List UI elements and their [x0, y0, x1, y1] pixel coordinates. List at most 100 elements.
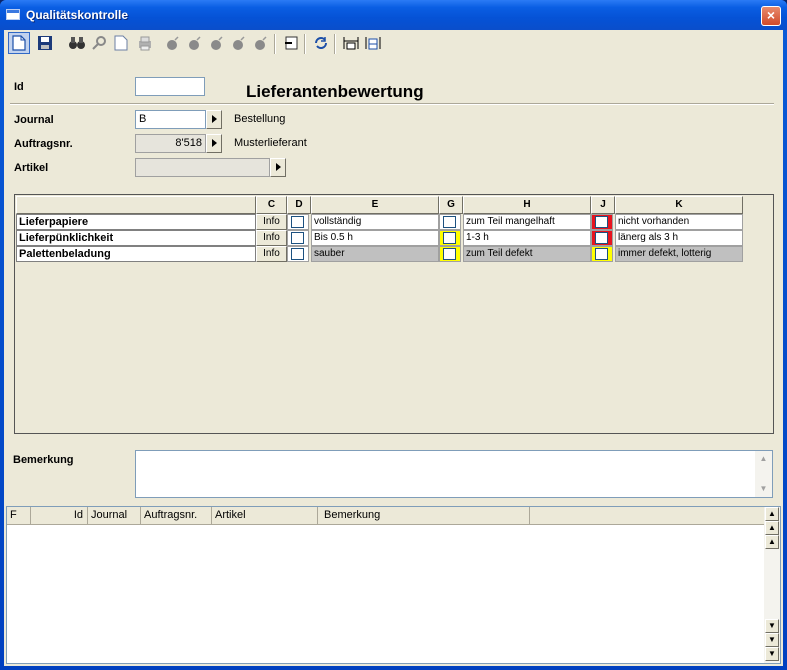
bomb-icon[interactable] [228, 32, 250, 54]
blank-doc-icon[interactable] [110, 32, 132, 54]
refresh-icon[interactable] [310, 32, 332, 54]
fit-width-icon[interactable] [340, 32, 362, 54]
artikel-lookup-button[interactable] [270, 158, 286, 177]
journal-field[interactable]: B [135, 110, 206, 129]
row-2-g-cell [439, 246, 461, 262]
journal-label: Journal [14, 114, 54, 126]
scroll-up-icon[interactable]: ▲ [756, 452, 771, 466]
artikel-label: Artikel [14, 162, 49, 174]
scroll-down-icon[interactable]: ▼ [765, 619, 779, 633]
info-button[interactable]: Info [256, 214, 287, 230]
grid-header-k[interactable]: K [615, 196, 743, 214]
row-label-lieferpapiere: Lieferpapiere [16, 214, 256, 230]
toolbar-separator [334, 34, 336, 54]
checkbox-j[interactable] [595, 232, 608, 244]
row-0-j-cell [591, 214, 613, 230]
client-area: Id Lieferantenbewertung Journal B Bestel… [4, 30, 783, 666]
list-col-f[interactable]: F [7, 507, 31, 525]
scroll-page-up-icon[interactable]: ▲ [765, 521, 779, 535]
new-doc-icon[interactable] [8, 32, 30, 54]
row-2-d-cell [287, 246, 309, 262]
row-2-k-cell[interactable]: immer defekt, lotterig [615, 246, 743, 262]
grid-header-c[interactable]: C [256, 196, 287, 214]
scroll-up-icon[interactable]: ▲ [765, 535, 779, 549]
bomb-icon[interactable] [250, 32, 272, 54]
checkbox-d[interactable] [291, 248, 304, 260]
bomb-icon[interactable] [162, 32, 184, 54]
checkbox-d[interactable] [291, 232, 304, 244]
info-button[interactable]: Info [256, 230, 287, 246]
checkbox-g[interactable] [443, 248, 456, 260]
journal-description: Bestellung [234, 113, 286, 125]
title-bar[interactable]: Qualitätskontrolle × [0, 0, 787, 30]
exit-icon[interactable] [280, 32, 302, 54]
window-icon [6, 9, 20, 20]
bomb-icon[interactable] [206, 32, 228, 54]
grid-header-g[interactable]: G [439, 196, 463, 214]
list-scrollbar[interactable]: ▲ ▲ ▲ ▼ ▼ ▼ [764, 507, 780, 663]
grid-header-j[interactable]: J [591, 196, 615, 214]
row-2-h-cell[interactable]: zum Teil defekt [463, 246, 591, 262]
checkbox-j[interactable] [595, 248, 608, 260]
find-icon[interactable] [66, 32, 88, 54]
id-field[interactable] [135, 77, 205, 96]
list-col-auftragsnr[interactable]: Auftragsnr. [141, 507, 212, 525]
list-col-journal[interactable]: Journal [88, 507, 141, 525]
auftrag-description: Musterlieferant [234, 137, 307, 149]
records-list: F Id Journal Auftragsnr. Artikel Bemerku… [6, 506, 781, 664]
row-2-j-cell [591, 246, 613, 262]
row-0-d-cell [287, 214, 309, 230]
toolbar-separator [274, 34, 276, 54]
toolbar-separator [304, 34, 306, 54]
list-col-bemerkung[interactable]: Bemerkung [318, 507, 530, 525]
row-1-j-cell [591, 230, 613, 246]
list-col-filler [530, 507, 765, 525]
bemerkung-label: Bemerkung [13, 454, 74, 466]
scroll-page-down-icon[interactable]: ▼ [765, 633, 779, 647]
row-1-k-cell[interactable]: länerg als 3 h [615, 230, 743, 246]
row-label-lieferpuenklichkeit: Lieferpünklichkeit [16, 230, 256, 246]
main-window: Qualitätskontrolle × Id Lieferantenbewer… [0, 0, 787, 670]
divider [10, 103, 774, 105]
print-icon[interactable] [134, 32, 156, 54]
row-0-h-cell[interactable]: zum Teil mangelhaft [463, 214, 591, 230]
grid-header-h[interactable]: H [463, 196, 591, 214]
memo-scrollbar[interactable]: ▲ ▼ [755, 451, 772, 497]
list-col-artikel[interactable]: Artikel [212, 507, 318, 525]
info-button[interactable]: Info [256, 246, 287, 262]
grid-header-e[interactable]: E [311, 196, 439, 214]
checkbox-g[interactable] [443, 232, 456, 244]
scroll-bottom-icon[interactable]: ▼ [765, 647, 779, 661]
bomb-icon[interactable] [184, 32, 206, 54]
row-1-e-cell[interactable]: Bis 0.5 h [311, 230, 439, 246]
row-0-g-cell [439, 214, 461, 230]
checkbox-j[interactable] [595, 216, 608, 228]
checkbox-g[interactable] [443, 216, 456, 228]
row-1-h-cell[interactable]: 1-3 h [463, 230, 591, 246]
bemerkung-field[interactable]: ▲ ▼ [135, 450, 773, 498]
checkbox-d[interactable] [291, 216, 304, 228]
scroll-top-icon[interactable]: ▲ [765, 507, 779, 521]
journal-lookup-button[interactable] [206, 110, 222, 129]
window-title: Qualitätskontrolle [26, 8, 129, 22]
auftrag-lookup-button[interactable] [206, 134, 222, 153]
scroll-down-icon[interactable]: ▼ [756, 482, 771, 496]
row-1-d-cell [287, 230, 309, 246]
row-2-e-cell[interactable]: sauber [311, 246, 439, 262]
save-icon[interactable] [34, 32, 56, 54]
page-title: Lieferantenbewertung [246, 82, 424, 101]
grid-header-blank [16, 196, 256, 214]
id-label: Id [14, 81, 24, 93]
row-1-g-cell [439, 230, 461, 246]
list-col-id[interactable]: Id [31, 507, 88, 525]
close-button[interactable]: × [761, 6, 781, 26]
artikel-field[interactable] [135, 158, 270, 177]
fit-page-icon[interactable] [362, 32, 384, 54]
auftrag-field[interactable]: 8'518 [135, 134, 206, 153]
row-0-e-cell[interactable]: vollständig [311, 214, 439, 230]
evaluation-grid: C D E G H J K Lieferpapiere Info vollstä… [14, 194, 774, 434]
auftrag-label: Auftragsnr. [14, 138, 73, 150]
lookup-icon[interactable] [88, 32, 110, 54]
row-0-k-cell[interactable]: nicht vorhanden [615, 214, 743, 230]
grid-header-d[interactable]: D [287, 196, 311, 214]
